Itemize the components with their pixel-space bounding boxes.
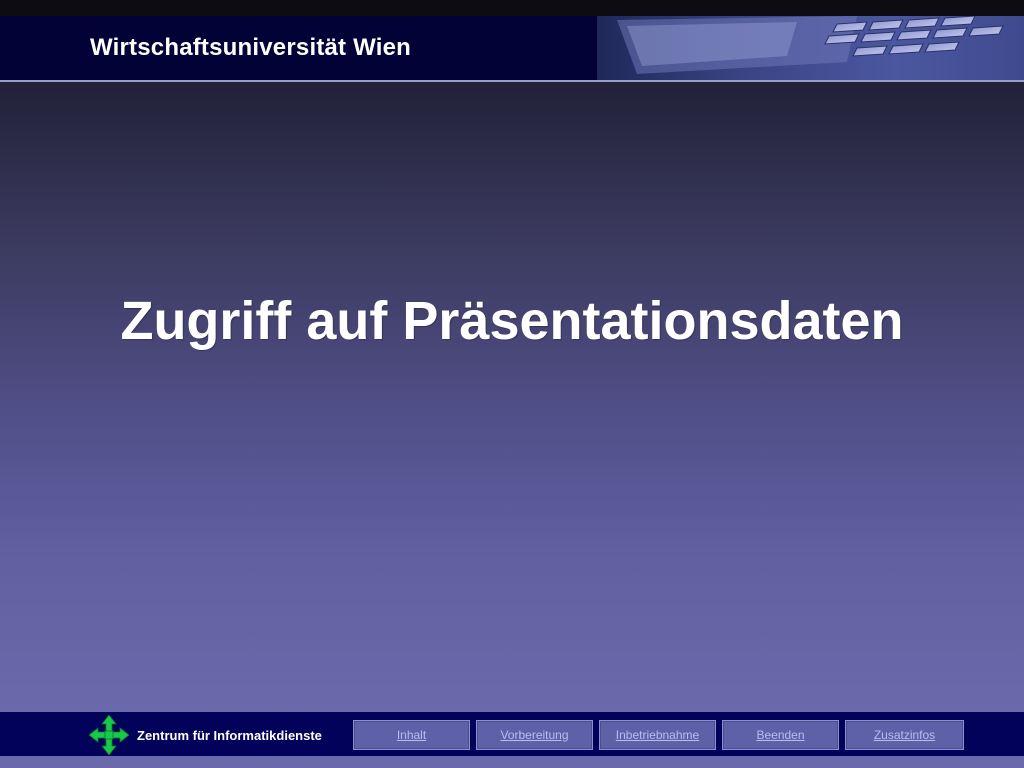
university-title: Wirtschaftsuniversität Wien [90,34,412,61]
nav-button-inhalt[interactable]: Inhalt [353,720,470,750]
header-bar: Wirtschaftsuniversität Wien [0,16,1024,82]
keyboard-header-image [597,16,1024,80]
nav-button-vorbereitung[interactable]: Vorbereitung [476,720,593,750]
top-strip [0,0,1024,16]
green-four-arrow-icon [88,714,130,756]
footer-bottom-strip [0,756,1024,768]
nav-button-inbetriebnahme[interactable]: Inbetriebnahme [599,720,716,750]
slide: Wirtschaftsuniversität Wien Zugriff auf … [0,0,1024,768]
nav-button-zusatzinfos[interactable]: Zusatzinfos [845,720,964,750]
nav-button-beenden[interactable]: Beenden [722,720,839,750]
slide-title: Zugriff auf Präsentationsdaten [120,291,904,351]
footer-bar: Zentrum für Informatikdienste Inhalt Vor… [0,712,1024,756]
zid-label: Zentrum für Informatikdienste [137,728,322,743]
